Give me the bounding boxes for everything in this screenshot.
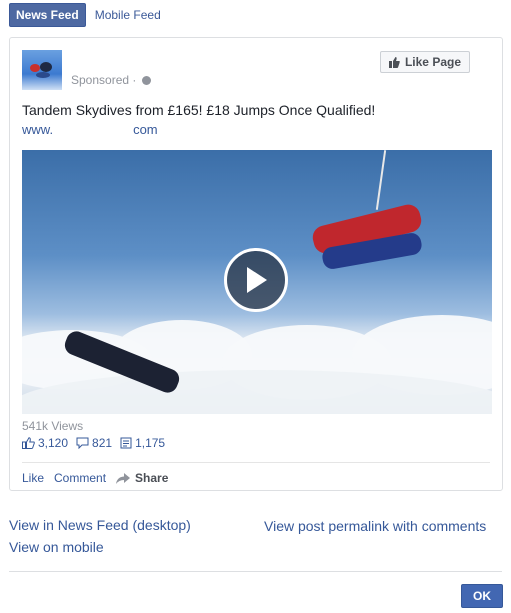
comments-count: 821: [92, 436, 113, 450]
like-icon: [22, 437, 35, 449]
sponsored-text: Sponsored ·: [71, 73, 137, 87]
comments-stat[interactable]: 821: [76, 436, 112, 450]
comment-action[interactable]: Comment: [54, 471, 106, 485]
share-label: Share: [135, 471, 169, 485]
share-count-icon: [120, 437, 132, 449]
comment-icon: [76, 437, 89, 449]
view-permalink-link[interactable]: View post permalink with comments: [264, 518, 486, 534]
engagement-stats: 3,120 821 1,175: [22, 436, 173, 450]
view-desktop-link[interactable]: View in News Feed (desktop): [9, 517, 191, 533]
share-arrow-icon: [116, 472, 131, 484]
share-action[interactable]: Share: [116, 471, 168, 485]
post-actions: Like Comment Share: [22, 471, 168, 485]
play-icon: [247, 267, 267, 293]
ad-url-link[interactable]: www. com: [22, 122, 158, 137]
view-mobile-link[interactable]: View on mobile: [9, 539, 104, 555]
like-action[interactable]: Like: [22, 471, 44, 485]
globe-icon: [141, 76, 151, 85]
sponsored-label: Sponsored ·: [71, 73, 151, 87]
ad-preview-card: Sponsored · Like Page Tandem Skydives fr…: [9, 37, 503, 491]
footer-divider: [9, 571, 502, 572]
like-page-button[interactable]: Like Page: [379, 51, 470, 73]
page-avatar[interactable]: [22, 50, 62, 90]
video-thumbnail[interactable]: [22, 150, 492, 414]
tab-mobile-feed[interactable]: Mobile Feed: [95, 8, 161, 22]
ok-button[interactable]: OK: [461, 584, 503, 608]
likes-count: 3,120: [38, 436, 69, 450]
url-suffix: com: [133, 122, 158, 137]
like-page-label: Like Page: [404, 55, 461, 69]
shares-count: 1,175: [135, 436, 166, 450]
view-count: 541k Views: [22, 419, 84, 433]
play-button[interactable]: [224, 248, 288, 312]
likes-stat[interactable]: 3,120: [22, 436, 68, 450]
actions-divider: [22, 462, 490, 463]
parachute-line: [375, 150, 387, 210]
feed-tabs: News Feed Mobile Feed: [9, 3, 161, 27]
thumbs-up-icon: [388, 56, 400, 68]
url-prefix: www.: [22, 122, 54, 137]
ad-headline: Tandem Skydives from £165! £18 Jumps Onc…: [22, 102, 376, 118]
tab-news-feed[interactable]: News Feed: [9, 3, 86, 27]
shares-stat[interactable]: 1,175: [120, 436, 165, 450]
